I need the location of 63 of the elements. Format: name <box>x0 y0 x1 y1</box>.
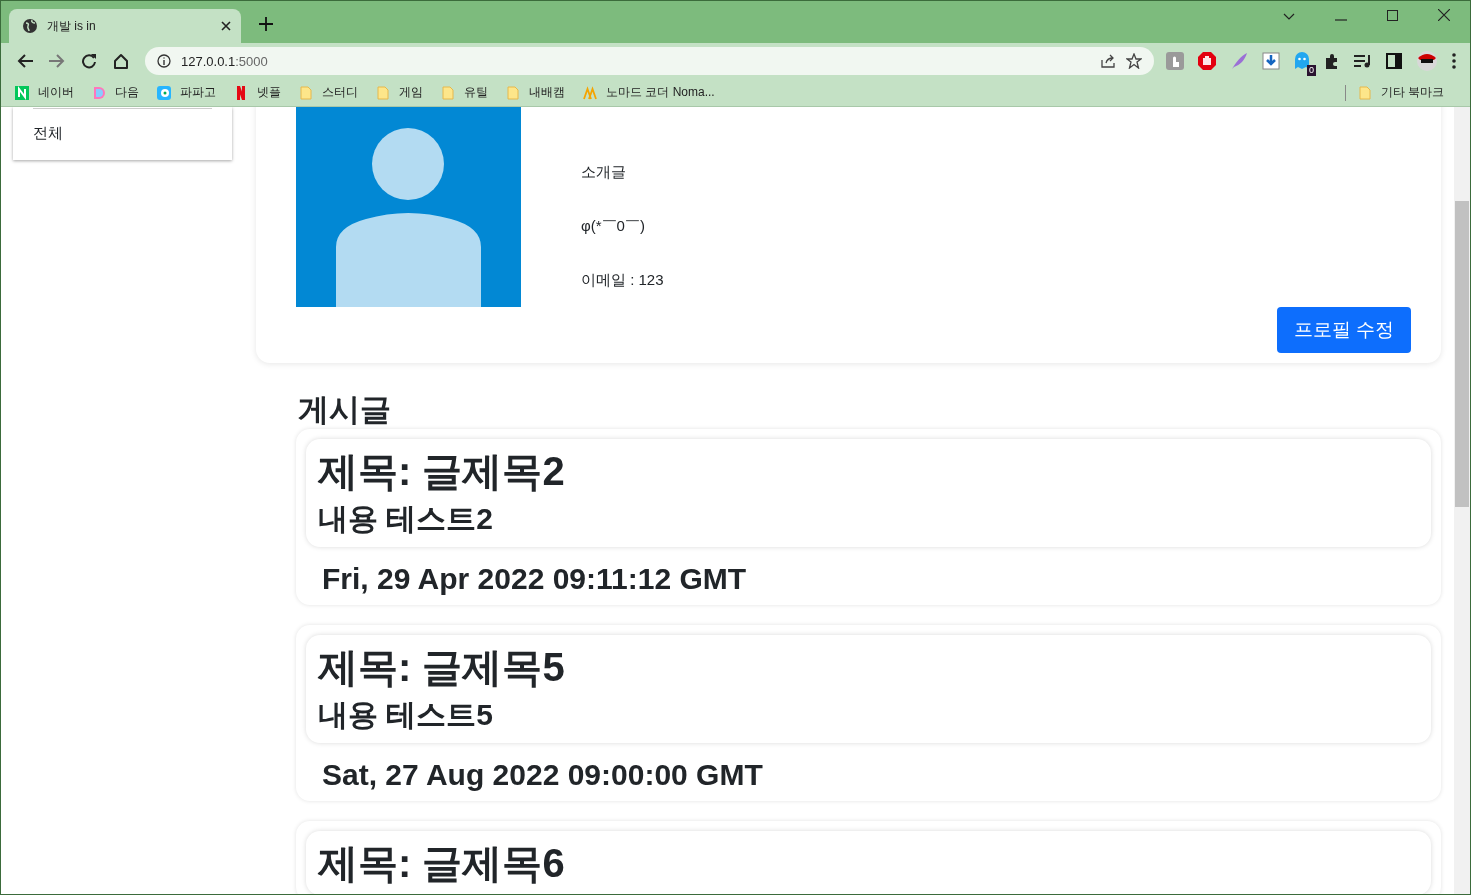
bookmark[interactable]: 스터디 <box>299 84 366 101</box>
post-card[interactable]: 제목: 글제목6 <box>296 821 1441 894</box>
post-date: Fri, 29 Apr 2022 09:11:12 GMT <box>321 561 748 597</box>
reload-icon[interactable] <box>81 53 97 69</box>
download-icon[interactable] <box>1262 52 1280 70</box>
post-title: 제목: 글제목5 <box>318 644 566 691</box>
share-icon[interactable] <box>1100 54 1116 68</box>
bookmark[interactable]: 다음 <box>92 84 147 101</box>
count-badge: 0 <box>1307 65 1316 76</box>
close-icon[interactable] <box>221 21 231 31</box>
more-menu-icon[interactable] <box>1452 53 1456 69</box>
folder-icon <box>506 85 520 100</box>
post-content: 내용 테스트2 <box>318 501 495 537</box>
tab-title: 개발 is in <box>47 17 97 35</box>
scrollbar[interactable] <box>1454 107 1470 894</box>
post-date: Sat, 27 Aug 2022 09:00:00 GMT <box>321 757 764 793</box>
bookmark[interactable]: 네이버 <box>15 84 82 101</box>
post-title: 제목: 글제목6 <box>318 840 566 887</box>
naver-n-icon <box>15 85 29 100</box>
double-triangle-icon <box>583 85 597 100</box>
bookmark[interactable]: 기타 북마크 <box>1357 84 1452 101</box>
maximize-icon[interactable] <box>1387 10 1398 21</box>
bookmark[interactable]: 파파고 <box>157 84 224 101</box>
star-icon[interactable] <box>1126 53 1142 69</box>
playlist-icon[interactable] <box>1354 54 1372 68</box>
puzzle-icon[interactable] <box>1324 53 1340 69</box>
edit-profile-button[interactable]: 프로필 수정 <box>1276 307 1411 353</box>
chevron-down-icon[interactable] <box>1283 13 1295 21</box>
url-text: 127.0.0.1:5000 <box>181 53 268 69</box>
folder-icon <box>376 85 390 100</box>
intro-label: 소개글 <box>581 162 627 182</box>
section-heading: 게시글 <box>298 391 392 429</box>
post-card[interactable]: 제목: 글제목5 내용 테스트5 Sat, 27 Aug 2022 09:00:00 GMT <box>296 625 1441 801</box>
letter-n-icon <box>234 85 248 100</box>
home-icon[interactable] <box>113 53 129 69</box>
post-title: 제목: 글제목2 <box>318 448 566 495</box>
letter-d-icon <box>92 85 106 100</box>
ghost-icon[interactable] <box>1294 52 1310 70</box>
folder-icon <box>1357 85 1372 100</box>
email-text: 이메일 : 123 <box>581 270 665 290</box>
side-panel-icon[interactable] <box>1386 53 1402 69</box>
folder-icon <box>299 85 313 100</box>
browser-tab[interactable]: 개발 is in <box>9 9 241 43</box>
address-bar[interactable]: 127.0.0.1:5000 <box>145 47 1154 75</box>
bookmark[interactable]: 노마드 코더 Noma... <box>583 84 723 101</box>
back-arrow-icon[interactable] <box>17 54 33 68</box>
scrollbar-thumb[interactable] <box>1455 201 1469 507</box>
bookmark[interactable]: 넷플 <box>234 84 289 101</box>
info-icon <box>157 54 171 68</box>
close-icon[interactable] <box>1438 9 1450 21</box>
feather-icon[interactable] <box>1230 52 1248 70</box>
bookmark[interactable]: 내배캠 <box>506 84 573 101</box>
avatar-icon[interactable] <box>1416 50 1438 72</box>
bookmark[interactable]: 유틸 <box>441 84 496 101</box>
post-content: 내용 테스트5 <box>318 697 495 733</box>
intro-text: φ(*￣0￣) <box>581 216 646 236</box>
category-link[interactable]: 전체 <box>33 108 212 160</box>
post-card[interactable]: 제목: 글제목2 내용 테스트2 Fri, 29 Apr 2022 09:11:12 GMT <box>296 429 1441 605</box>
forward-arrow-icon[interactable] <box>49 54 65 68</box>
bookmark[interactable]: 게임 <box>376 84 431 101</box>
globe-icon <box>22 18 38 34</box>
new-tab-icon[interactable] <box>259 17 273 31</box>
folder-icon <box>441 85 455 100</box>
